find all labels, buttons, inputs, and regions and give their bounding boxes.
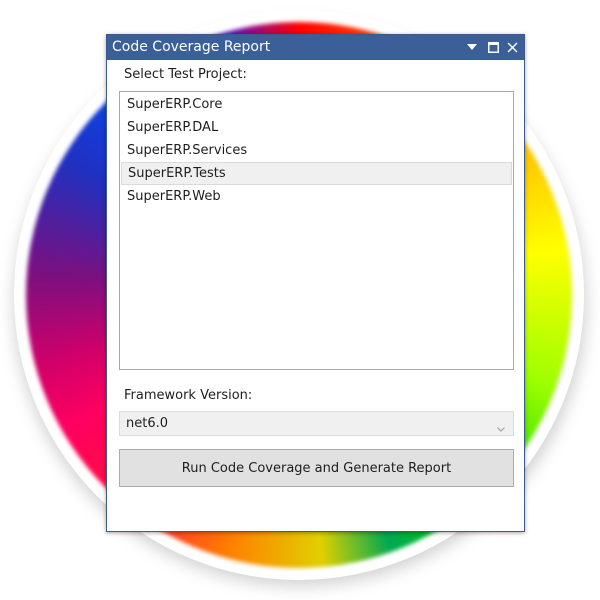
framework-version-select[interactable]: net6.0	[119, 411, 514, 436]
list-item-supererp-tests[interactable]: SuperERP.Tests	[121, 162, 512, 185]
code-coverage-window: Code Coverage Report Select Test Project…	[106, 34, 525, 532]
window-titlebar[interactable]: Code Coverage Report	[107, 35, 524, 60]
run-coverage-button[interactable]: Run Code Coverage and Generate Report	[119, 449, 514, 487]
dropdown-triangle-icon[interactable]	[464, 39, 480, 55]
chevron-down-icon[interactable]	[496, 419, 506, 432]
background-stage: Code Coverage Report Select Test Project…	[0, 0, 600, 600]
list-item-supererp-services[interactable]: SuperERP.Services	[121, 139, 512, 162]
maximize-icon[interactable]	[485, 39, 501, 55]
close-icon[interactable]	[504, 39, 520, 55]
list-item-supererp-web[interactable]: SuperERP.Web	[121, 185, 512, 208]
test-project-listbox[interactable]: SuperERP.Core SuperERP.DAL SuperERP.Serv…	[119, 91, 514, 370]
window-title: Code Coverage Report	[112, 39, 271, 55]
framework-version-label: Framework Version:	[124, 388, 253, 403]
select-project-label: Select Test Project:	[124, 67, 247, 82]
list-item-supererp-core[interactable]: SuperERP.Core	[121, 93, 512, 116]
framework-version-value: net6.0	[126, 416, 169, 431]
list-item-supererp-dal[interactable]: SuperERP.DAL	[121, 116, 512, 139]
